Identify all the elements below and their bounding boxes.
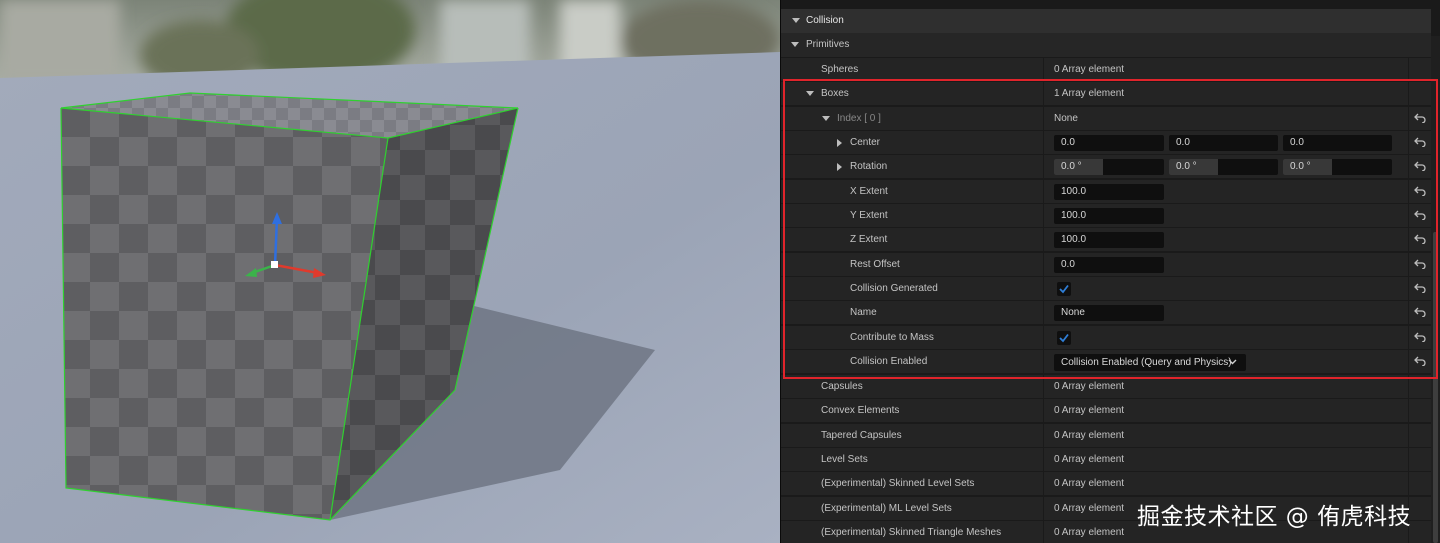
skinned-level-sets-label: (Experimental) Skinned Level Sets xyxy=(821,478,975,489)
property-row-x-extent: X Extent 100.0 xyxy=(781,180,1431,204)
collision-enabled-value: Collision Enabled (Query and Physics) xyxy=(1061,357,1232,368)
rotation-z-input[interactable]: 0.0 ° xyxy=(1283,159,1392,175)
expand-arrow-icon[interactable] xyxy=(837,163,842,171)
center-z-input[interactable]: 0.0 xyxy=(1283,135,1392,151)
property-row-collision-generated: Collision Generated xyxy=(781,277,1431,301)
rest-offset-label: Rest Offset xyxy=(850,259,900,270)
property-row-convex-elements: Convex Elements 0 Array element xyxy=(781,399,1431,423)
index-value: None xyxy=(1054,113,1078,124)
gizmo-center[interactable] xyxy=(271,261,278,268)
z-extent-label: Z Extent xyxy=(850,234,888,245)
convex-elements-value: 0 Array element xyxy=(1054,405,1125,416)
level-sets-value: 0 Array element xyxy=(1054,454,1125,465)
spheres-label: Spheres xyxy=(821,64,859,75)
viewport-scene xyxy=(0,0,780,543)
reset-arrow-icon[interactable] xyxy=(1414,161,1426,171)
level-viewport[interactable] xyxy=(0,0,780,543)
capsules-value: 0 Array element xyxy=(1054,381,1125,392)
property-row-level-sets: Level Sets 0 Array element xyxy=(781,448,1431,472)
capsules-label: Capsules xyxy=(821,381,863,392)
property-row-capsules: Capsules 0 Array element xyxy=(781,375,1431,399)
property-row-tapered-capsules: Tapered Capsules 0 Array element xyxy=(781,424,1431,448)
reset-arrow-icon[interactable] xyxy=(1414,234,1426,244)
property-row-z-extent: Z Extent 100.0 xyxy=(781,228,1431,252)
collision-enabled-label: Collision Enabled xyxy=(850,356,928,367)
collision-enabled-dropdown[interactable]: Collision Enabled (Query and Physics) xyxy=(1054,354,1246,371)
details-panel: Collision Primitives Spheres 0 Array ele… xyxy=(781,0,1440,543)
property-row-rest-offset: Rest Offset 0.0 xyxy=(781,253,1431,277)
boxes-value: 1 Array element xyxy=(1054,88,1125,99)
skinned-triangle-meshes-value: 0 Array element xyxy=(1054,527,1125,538)
center-label: Center xyxy=(850,137,881,148)
ml-level-sets-value: 0 Array element xyxy=(1054,503,1125,514)
property-row-collision-enabled: Collision Enabled Collision Enabled (Que… xyxy=(781,350,1431,374)
rest-offset-input[interactable]: 0.0 xyxy=(1054,257,1164,273)
category-primitives-label: Primitives xyxy=(806,39,850,50)
rotation-y-value: 0.0 ° xyxy=(1176,161,1197,172)
x-extent-label: X Extent xyxy=(850,186,888,197)
reset-arrow-icon[interactable] xyxy=(1414,186,1426,196)
reset-arrow-icon[interactable] xyxy=(1414,137,1426,147)
tapered-capsules-label: Tapered Capsules xyxy=(821,430,902,441)
rotation-x-input[interactable]: 0.0 ° xyxy=(1054,159,1164,175)
reset-arrow-icon[interactable] xyxy=(1414,332,1426,342)
name-input[interactable]: None xyxy=(1054,305,1164,321)
collapse-arrow-icon xyxy=(792,18,800,23)
ml-level-sets-label: (Experimental) ML Level Sets xyxy=(821,503,952,514)
reset-arrow-icon[interactable] xyxy=(1414,113,1426,123)
contribute-to-mass-label: Contribute to Mass xyxy=(850,332,934,343)
property-row-rotation[interactable]: Rotation 0.0 ° 0.0 ° 0.0 ° xyxy=(781,155,1431,179)
collision-generated-label: Collision Generated xyxy=(850,283,938,294)
boxes-label: Boxes xyxy=(821,88,849,99)
center-x-input[interactable]: 0.0 xyxy=(1054,135,1164,151)
skinned-level-sets-value: 0 Array element xyxy=(1054,478,1125,489)
section-collision-header[interactable]: Collision xyxy=(781,9,1431,33)
checkmark-icon xyxy=(1059,333,1069,343)
rotation-x-value: 0.0 ° xyxy=(1061,161,1082,172)
expand-arrow-icon[interactable] xyxy=(837,139,842,147)
reset-arrow-icon[interactable] xyxy=(1414,283,1426,293)
chevron-down-icon xyxy=(1228,359,1237,365)
reset-arrow-icon[interactable] xyxy=(1414,210,1426,220)
property-row-index-0[interactable]: Index [ 0 ] None xyxy=(781,107,1431,131)
convex-elements-label: Convex Elements xyxy=(821,405,900,416)
spheres-value: 0 Array element xyxy=(1054,64,1125,75)
property-row-boxes[interactable]: Boxes 1 Array element xyxy=(781,82,1431,106)
y-extent-input[interactable]: 100.0 xyxy=(1054,208,1164,224)
expand-arrow-icon[interactable] xyxy=(822,116,830,121)
rotation-z-value: 0.0 ° xyxy=(1290,161,1311,172)
center-y-input[interactable]: 0.0 xyxy=(1169,135,1278,151)
reset-arrow-icon[interactable] xyxy=(1414,307,1426,317)
contribute-to-mass-checkbox[interactable] xyxy=(1057,331,1071,345)
property-row-spheres: Spheres 0 Array element xyxy=(781,58,1431,82)
expand-arrow-icon[interactable] xyxy=(806,91,814,96)
category-primitives[interactable]: Primitives xyxy=(781,33,1431,57)
index-label: Index [ 0 ] xyxy=(837,113,881,124)
property-row-skinned-level-sets: (Experimental) Skinned Level Sets 0 Arra… xyxy=(781,472,1431,496)
reset-arrow-icon[interactable] xyxy=(1414,356,1426,366)
collision-generated-checkbox[interactable] xyxy=(1057,282,1071,296)
reset-arrow-icon[interactable] xyxy=(1414,259,1426,269)
name-label: Name xyxy=(850,307,877,318)
y-extent-label: Y Extent xyxy=(850,210,888,221)
tapered-capsules-value: 0 Array element xyxy=(1054,430,1125,441)
x-extent-input[interactable]: 100.0 xyxy=(1054,184,1164,200)
property-row-y-extent: Y Extent 100.0 xyxy=(781,204,1431,228)
scrollbar-thumb[interactable] xyxy=(1433,232,1438,543)
rotation-y-input[interactable]: 0.0 ° xyxy=(1169,159,1278,175)
section-collision-title: Collision xyxy=(806,15,844,26)
rotation-label: Rotation xyxy=(850,161,888,172)
z-extent-input[interactable]: 100.0 xyxy=(1054,232,1164,248)
property-row-center[interactable]: Center 0.0 0.0 0.0 xyxy=(781,131,1431,155)
property-row-contribute-to-mass: Contribute to Mass xyxy=(781,326,1431,350)
collapse-arrow-icon xyxy=(791,42,799,47)
skinned-triangle-meshes-label: (Experimental) Skinned Triangle Meshes xyxy=(821,527,1002,538)
checkmark-icon xyxy=(1059,284,1069,294)
property-row-name: Name None xyxy=(781,301,1431,325)
level-sets-label: Level Sets xyxy=(821,454,868,465)
watermark: 掘金技术社区 @ 侑虎科技 xyxy=(1137,504,1412,530)
